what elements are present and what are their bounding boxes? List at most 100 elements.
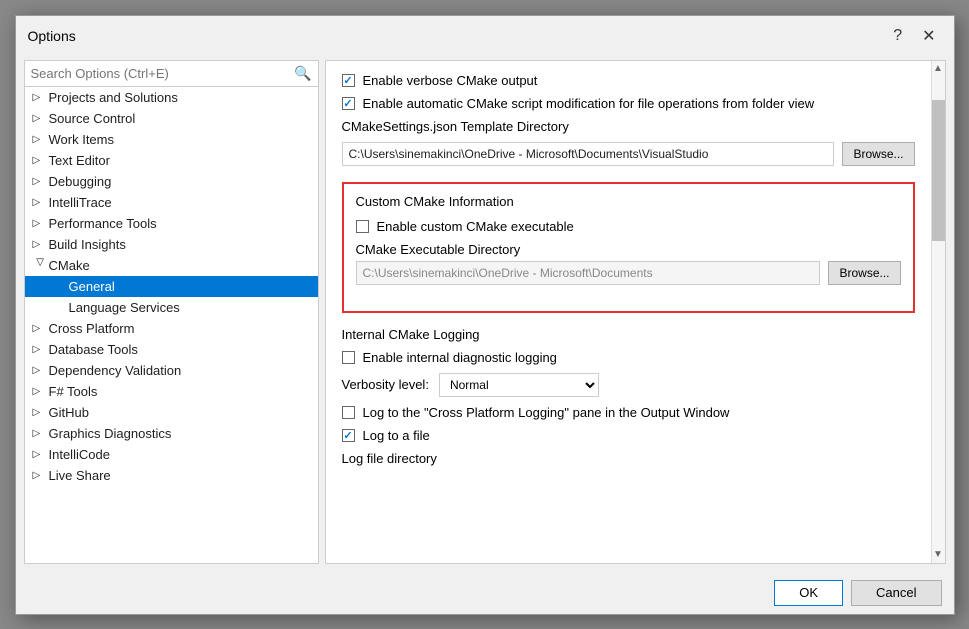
search-icon: 🔍 <box>294 65 311 82</box>
sidebar-item-label: Projects and Solutions <box>49 90 178 105</box>
verbosity-dropdown[interactable]: Normal Verbose Minimal <box>439 373 599 397</box>
custom-cmake-exe-row: Enable custom CMake executable <box>356 219 901 234</box>
chevron-icon: ▷ <box>33 428 47 439</box>
scrollbar-track[interactable] <box>932 77 945 547</box>
sidebar-item-debugging[interactable]: ▷ Debugging <box>25 171 318 192</box>
chevron-icon: ▷ <box>33 176 47 187</box>
chevron-icon: ▷ <box>33 365 47 376</box>
log-cross-row: Log to the "Cross Platform Logging" pane… <box>342 405 915 420</box>
scrollbar-up[interactable]: ▲ <box>932 61 945 77</box>
sidebar-item-dependency-validation[interactable]: ▷ Dependency Validation <box>25 360 318 381</box>
scrollbar-down[interactable]: ▼ <box>932 547 945 563</box>
cancel-button[interactable]: Cancel <box>851 580 941 606</box>
chevron-icon: ▷ <box>33 197 47 208</box>
chevron-icon: ▷ <box>33 323 47 334</box>
sidebar-item-label: Build Insights <box>49 237 126 252</box>
verbose-cmake-row: Enable verbose CMake output <box>342 73 915 88</box>
chevron-icon: ▷ <box>33 218 47 229</box>
sidebar-item-label: IntelliTrace <box>49 195 112 210</box>
sidebar-item-label: General <box>69 279 115 294</box>
sidebar-item-label: GitHub <box>49 405 89 420</box>
log-file-row: Log to a file <box>342 428 915 443</box>
search-bar[interactable]: 🔍 <box>25 61 318 87</box>
log-cross-label: Log to the "Cross Platform Logging" pane… <box>363 405 730 420</box>
custom-cmake-section: Custom CMake Information Enable custom C… <box>342 182 915 313</box>
chevron-icon: ▷ <box>33 134 47 145</box>
custom-cmake-exe-label: Enable custom CMake executable <box>377 219 574 234</box>
tree-area: ▷ Projects and Solutions ▷ Source Contro… <box>25 87 318 563</box>
sidebar-item-label: IntelliCode <box>49 447 110 462</box>
sidebar-item-label: Work Items <box>49 132 115 147</box>
sidebar-item-build-insights[interactable]: ▷ Build Insights <box>25 234 318 255</box>
sidebar-item-label: Language Services <box>69 300 180 315</box>
auto-cmake-checkbox[interactable] <box>342 97 355 110</box>
sidebar-item-github[interactable]: ▷ GitHub <box>25 402 318 423</box>
browse-button-1[interactable]: Browse... <box>842 142 914 166</box>
scrollbar-thumb[interactable] <box>932 100 945 241</box>
close-button[interactable]: ✕ <box>916 24 941 48</box>
help-button[interactable]: ? <box>887 25 908 47</box>
title-bar: Options ? ✕ <box>16 16 954 52</box>
auto-cmake-row: Enable automatic CMake script modificati… <box>342 96 915 111</box>
cmake-settings-row: Browse... <box>342 142 915 166</box>
sidebar-item-database-tools[interactable]: ▷ Database Tools <box>25 339 318 360</box>
cmake-exe-dir-input[interactable] <box>356 261 821 285</box>
sidebar-item-cmake[interactable]: ▷ CMake <box>25 255 318 276</box>
sidebar-item-fsharp-tools[interactable]: ▷ F# Tools <box>25 381 318 402</box>
sidebar-item-graphics-diagnostics[interactable]: ▷ Graphics Diagnostics <box>25 423 318 444</box>
right-scrollbar[interactable]: ▲ ▼ <box>931 61 945 563</box>
sidebar-item-performance-tools[interactable]: ▷ Performance Tools <box>25 213 318 234</box>
search-input[interactable] <box>31 66 291 81</box>
verbosity-row: Verbosity level: Normal Verbose Minimal <box>342 373 915 397</box>
cmake-exe-dir-label: CMake Executable Directory <box>356 242 901 257</box>
cmake-settings-input[interactable] <box>342 142 835 166</box>
sidebar-item-work-items[interactable]: ▷ Work Items <box>25 129 318 150</box>
verbose-cmake-checkbox[interactable] <box>342 74 355 87</box>
sidebar-item-language-services[interactable]: Language Services <box>25 297 318 318</box>
sidebar-item-label: Debugging <box>49 174 112 189</box>
left-panel: 🔍 ▷ Projects and Solutions ▷ Source Cont… <box>24 60 319 564</box>
sidebar-item-live-share[interactable]: ▷ Live Share <box>25 465 318 486</box>
sidebar-item-text-editor[interactable]: ▷ Text Editor <box>25 150 318 171</box>
sidebar-item-label: Graphics Diagnostics <box>49 426 172 441</box>
log-dir-label: Log file directory <box>342 451 915 466</box>
sidebar-item-intellicode[interactable]: ▷ IntelliCode <box>25 444 318 465</box>
chevron-icon: ▷ <box>33 92 47 103</box>
sidebar-item-label: Cross Platform <box>49 321 135 336</box>
custom-cmake-exe-checkbox[interactable] <box>356 220 369 233</box>
chevron-icon: ▷ <box>33 344 47 355</box>
log-file-checkbox[interactable] <box>342 429 355 442</box>
sidebar-item-source-control[interactable]: ▷ Source Control <box>25 108 318 129</box>
log-file-label: Log to a file <box>363 428 430 443</box>
chevron-icon: ▷ <box>33 470 47 481</box>
sidebar-item-general[interactable]: General <box>25 276 318 297</box>
sidebar-item-label: Live Share <box>49 468 111 483</box>
ok-button[interactable]: OK <box>774 580 843 606</box>
sidebar-item-label: F# Tools <box>49 384 98 399</box>
chevron-icon: ▷ <box>33 407 47 418</box>
log-cross-checkbox[interactable] <box>342 406 355 419</box>
browse-button-2[interactable]: Browse... <box>828 261 900 285</box>
cmake-exe-dir-row: Browse... <box>356 261 901 285</box>
chevron-icon <box>53 302 67 313</box>
cmake-settings-section: CMakeSettings.json Template Directory Br… <box>342 119 915 166</box>
chevron-icon: ▷ <box>33 449 47 460</box>
dialog-body: 🔍 ▷ Projects and Solutions ▷ Source Cont… <box>16 52 954 572</box>
internal-logging-section: Internal CMake Logging Enable internal d… <box>342 327 915 466</box>
internal-diag-checkbox[interactable] <box>342 351 355 364</box>
verbose-cmake-label: Enable verbose CMake output <box>363 73 538 88</box>
sidebar-item-intellitrace[interactable]: ▷ IntelliTrace <box>25 192 318 213</box>
auto-cmake-label: Enable automatic CMake script modificati… <box>363 96 815 111</box>
log-dir-section: Log file directory <box>342 451 915 466</box>
dialog-title: Options <box>28 28 76 44</box>
sidebar-item-label: CMake <box>49 258 90 273</box>
sidebar-item-projects[interactable]: ▷ Projects and Solutions <box>25 87 318 108</box>
internal-diag-label: Enable internal diagnostic logging <box>363 350 557 365</box>
sidebar-item-label: Database Tools <box>49 342 138 357</box>
chevron-icon: ▷ <box>33 386 47 397</box>
right-panel: Enable verbose CMake output Enable autom… <box>325 60 946 564</box>
chevron-icon <box>53 281 67 292</box>
verbosity-label: Verbosity level: <box>342 377 429 392</box>
sidebar-item-cross-platform[interactable]: ▷ Cross Platform <box>25 318 318 339</box>
sidebar-item-label: Text Editor <box>49 153 110 168</box>
